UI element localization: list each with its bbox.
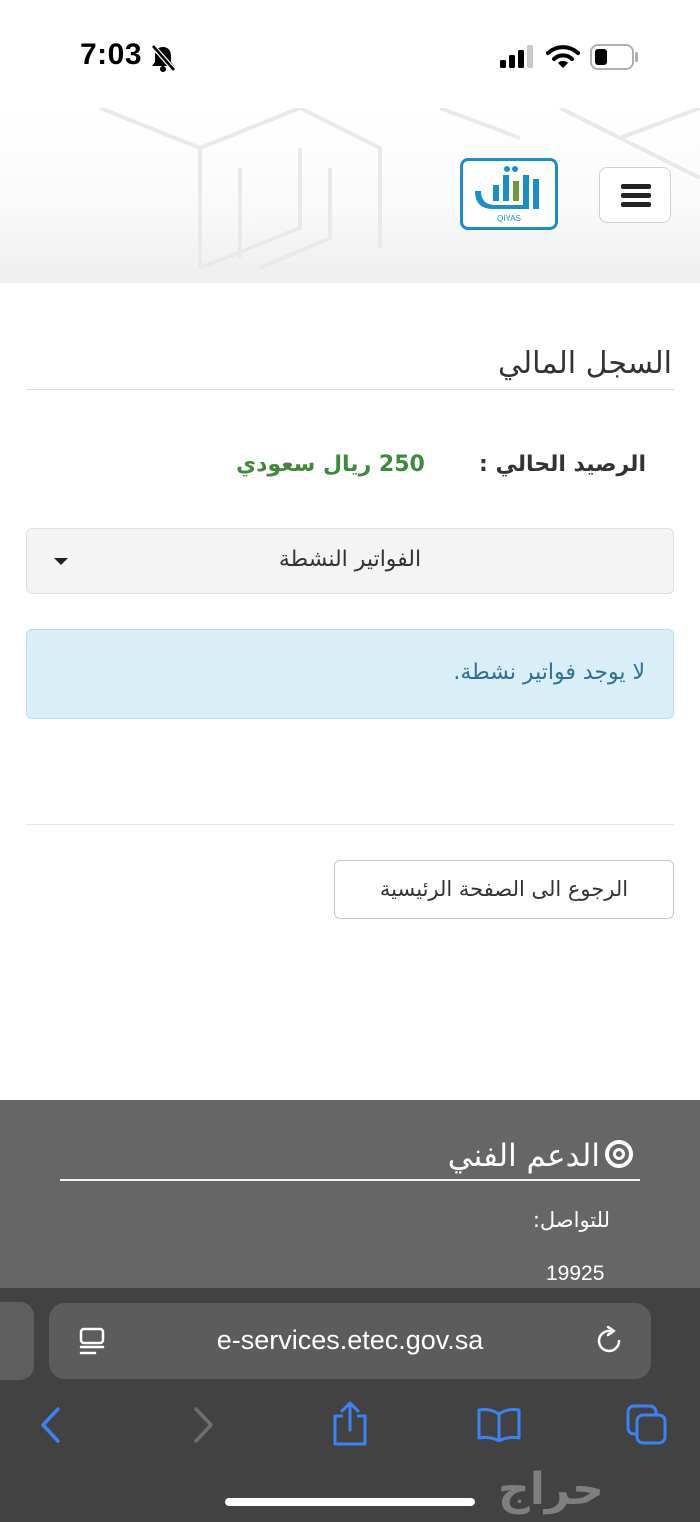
status-time: 7:03 — [80, 38, 143, 71]
url-text: e-services.etec.gov.sa — [216, 1325, 484, 1355]
invoice-filter-dropdown[interactable]: الفواتير النشطة — [26, 528, 674, 594]
balance-label: الرصيد الحالي : — [479, 452, 646, 477]
balance-value: 250 ريال سعودي — [236, 452, 425, 477]
address-bar[interactable]: e-services.etec.gov.sa — [49, 1303, 651, 1379]
section-divider — [26, 824, 674, 825]
tabs-icon[interactable] — [626, 1404, 668, 1446]
empty-invoices-alert: لا يوجد فواتير نشطة. — [26, 629, 674, 719]
bookmarks-icon[interactable] — [476, 1406, 522, 1442]
back-arrow-icon[interactable] — [38, 1406, 64, 1444]
support-title: الدعم الفني — [447, 1138, 600, 1174]
hamburger-icon-line — [621, 202, 651, 207]
support-divider — [60, 1179, 640, 1181]
silent-mode-icon — [151, 44, 176, 72]
forward-arrow-icon — [194, 1407, 213, 1443]
contact-label: للتواصل: — [532, 1208, 610, 1232]
home-indicator[interactable] — [225, 1498, 475, 1506]
menu-button[interactable] — [599, 167, 671, 223]
qiyas-logo-mark: QIYAS — [465, 163, 553, 225]
page-title: السجل المالي — [498, 346, 672, 381]
header-pattern — [99, 108, 700, 270]
back-to-home-button[interactable]: الرجوع الى الصفحة الرئيسية — [334, 860, 674, 919]
hamburger-icon — [621, 184, 651, 189]
logo-text: QIYAS — [497, 214, 521, 223]
cellular-signal-icon — [500, 45, 533, 68]
browser-toolbar: e-services.etec.gov.sa حراج — [0, 1288, 700, 1522]
battery-icon — [590, 44, 638, 70]
back-to-home-label: الرجوع الى الصفحة الرئيسية — [379, 877, 629, 901]
empty-invoices-message: لا يوجد فواتير نشطة. — [453, 660, 645, 685]
invoice-filter-value: الفواتير النشطة — [278, 547, 422, 572]
reload-icon[interactable] — [595, 1326, 625, 1356]
status-bar: 7:03 — [0, 0, 700, 108]
site-header: QIYAS — [0, 108, 700, 283]
haraj-watermark: حراج — [498, 1464, 604, 1515]
share-icon[interactable] — [330, 1400, 370, 1446]
previous-tab-preview[interactable] — [0, 1302, 34, 1380]
contact-phone-number[interactable]: 19925 — [546, 1262, 604, 1286]
title-divider — [26, 389, 674, 390]
qiyas-logo[interactable]: QIYAS — [460, 158, 558, 230]
site-footer: الدعم الفني للتواصل: 19925 — [0, 1100, 700, 1300]
wifi-icon — [546, 45, 580, 68]
life-ring-icon — [605, 1140, 633, 1168]
caret-down-icon — [54, 558, 68, 565]
hamburger-icon-line — [621, 193, 651, 198]
